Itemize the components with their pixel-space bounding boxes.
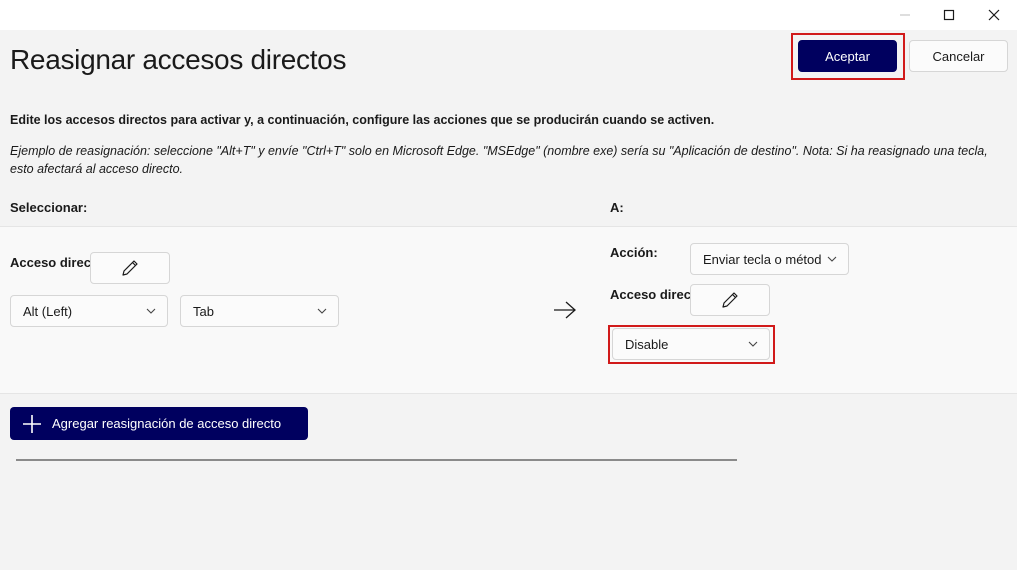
close-icon [988,9,1000,21]
maximize-button[interactable] [926,0,972,30]
description-text: Edite los accesos directos para activar … [10,113,715,127]
source-key2-value: Tab [193,303,214,319]
target-shortcut-label: Acceso directo: [610,287,690,302]
title-bar [0,0,1017,30]
source-shortcut-label: Acceso directo: [10,255,90,270]
target-edit-button[interactable] [690,284,770,316]
minimize-button[interactable] [882,0,928,30]
target-action-value: Enviar tecla o métod [703,251,822,267]
maximize-icon [943,9,955,21]
target-key-value: Disable [625,336,669,352]
divider [16,459,737,461]
plus-icon [23,414,41,433]
chevron-down-icon [145,305,157,317]
pencil-icon [122,260,138,276]
chevron-down-icon [747,338,759,350]
pencil-icon [722,292,738,308]
source-key1-value: Alt (Left) [23,303,73,319]
minimize-icon [900,14,910,16]
select-header: Seleccionar: [10,200,88,215]
chevron-down-icon [316,305,328,317]
add-shortcut-remap-label: Agregar reasignación de acceso directo [52,416,282,431]
source-key2-dropdown[interactable]: Tab [180,295,339,327]
close-button[interactable] [971,0,1017,30]
to-header: A: [610,200,624,215]
target-action-label: Acción: [610,245,658,260]
source-key1-dropdown[interactable]: Alt (Left) [10,295,168,327]
accept-button[interactable]: Aceptar [798,40,897,72]
chevron-down-icon [826,253,838,265]
example-text: Ejemplo de reasignación: seleccione "Alt… [10,144,988,176]
cancel-button[interactable]: Cancelar [909,40,1008,72]
target-key-dropdown[interactable]: Disable [612,328,770,360]
target-action-dropdown[interactable]: Enviar tecla o métod [690,243,849,275]
arrow-right-icon [554,301,576,319]
page-title: Reasignar accesos directos [10,44,347,75]
source-edit-button[interactable] [90,252,170,284]
add-shortcut-remap-button[interactable]: Agregar reasignación de acceso directo [10,407,308,440]
